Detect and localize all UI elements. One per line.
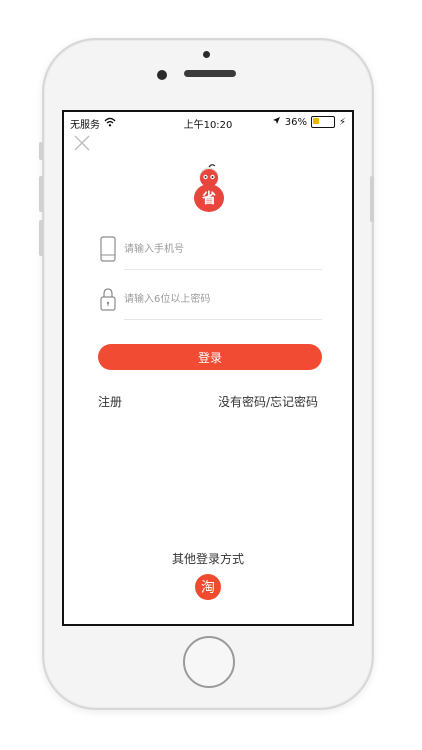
close-icon[interactable] <box>74 134 96 156</box>
volume-down-button <box>39 220 43 256</box>
earpiece-speaker <box>184 70 236 77</box>
status-right: 36% ⚡ <box>272 116 346 128</box>
forgot-password-link[interactable]: 没有密码/忘记密码 <box>218 393 318 410</box>
taobao-login-button[interactable]: 淘 <box>195 574 221 600</box>
phone-field <box>98 232 322 270</box>
lock-icon <box>98 286 118 312</box>
register-link[interactable]: 注册 <box>98 393 122 410</box>
taobao-icon: 淘 <box>201 580 215 596</box>
phone-input[interactable] <box>124 238 304 260</box>
battery-percent: 36% <box>284 116 307 128</box>
front-camera <box>157 70 167 80</box>
password-underline <box>124 319 322 320</box>
phone-underline <box>124 269 322 270</box>
login-button-label: 登录 <box>197 350 222 365</box>
home-button[interactable] <box>183 636 235 688</box>
charging-bolt-icon: ⚡ <box>338 116 346 128</box>
power-button <box>370 176 374 222</box>
location-arrow-icon <box>272 116 281 128</box>
other-login-methods-title: 其他登录方式 <box>171 552 244 566</box>
status-bar: 无服务 上午10:20 36% ⚡ <box>64 112 352 132</box>
password-input[interactable] <box>124 288 304 310</box>
app-logo: 省 <box>182 162 236 216</box>
mobile-phone-icon <box>98 236 118 262</box>
svg-text:省: 省 <box>201 190 216 207</box>
phone-screen: 无服务 上午10:20 36% ⚡ 省 请输入手机号 登录 注册 没有密码/忘记… <box>62 110 354 626</box>
volume-up-button <box>39 176 43 212</box>
password-field <box>98 282 322 320</box>
login-button[interactable]: 登录 <box>98 344 322 370</box>
battery-icon <box>310 116 335 128</box>
battery-fill <box>312 118 319 124</box>
top-sensor <box>203 51 210 58</box>
side-switch <box>39 142 43 160</box>
